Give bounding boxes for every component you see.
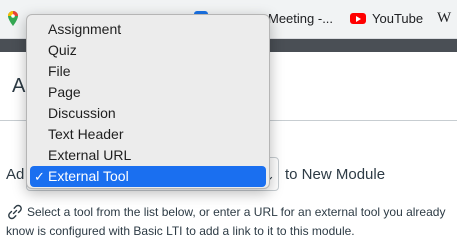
add-label: Ad [6, 166, 25, 183]
option-label: Discussion [48, 105, 116, 121]
checkmark-icon: ✓ [34, 169, 45, 184]
option-label: External URL [48, 147, 132, 163]
option-label: Assignment [48, 21, 122, 37]
bookmark-w[interactable]: W [437, 10, 451, 27]
google-maps-icon[interactable] [8, 11, 18, 26]
option-external-tool[interactable]: ✓ External Tool [30, 166, 266, 187]
option-text-header[interactable]: Text Header [27, 124, 269, 145]
option-discussion[interactable]: Discussion [27, 103, 269, 124]
option-label: External Tool [48, 168, 129, 184]
item-type-dropdown-menu[interactable]: Assignment Quiz File Page Discussion Tex… [26, 14, 270, 189]
option-label: Text Header [48, 126, 124, 142]
youtube-icon[interactable] [350, 13, 366, 24]
option-label: File [48, 63, 71, 79]
option-label: Quiz [48, 42, 77, 58]
option-external-url[interactable]: External URL [27, 145, 269, 166]
option-assignment[interactable]: Assignment [27, 19, 269, 40]
option-quiz[interactable]: Quiz [27, 40, 269, 61]
bookmark-youtube[interactable]: YouTube [372, 11, 423, 26]
bookmark-meeting[interactable]: Meeting -... [268, 11, 333, 26]
to-module-label: to New Module [285, 166, 386, 183]
help-text: Select a tool from the list below, or en… [6, 205, 446, 238]
option-label: Page [48, 84, 81, 100]
option-page[interactable]: Page [27, 82, 269, 103]
option-file[interactable]: File [27, 61, 269, 82]
